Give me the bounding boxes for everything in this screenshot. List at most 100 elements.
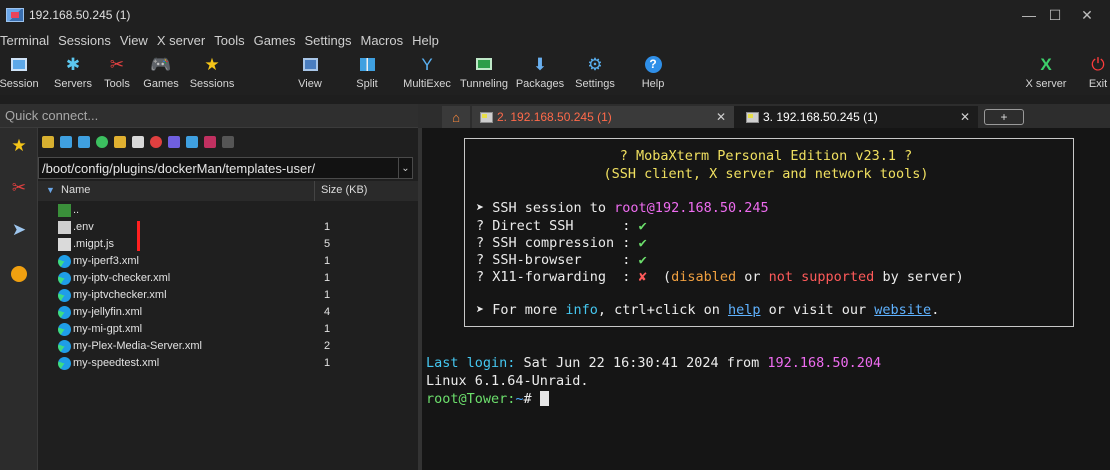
menu-view[interactable]: View: [120, 33, 148, 48]
file-row[interactable]: my-iperf3.xml 1: [38, 253, 418, 270]
edge-icon: [58, 340, 71, 353]
menu-games[interactable]: Games: [254, 33, 296, 48]
rename-icon[interactable]: [168, 136, 180, 148]
path-field[interactable]: /boot/config/plugins/dockerMan/templates…: [38, 157, 413, 179]
sidebar: ★ ✂ ➤: [0, 128, 38, 470]
view-button[interactable]: View: [295, 51, 325, 95]
help-button[interactable]: ? Help: [638, 51, 668, 95]
sessions-button[interactable]: ★ Sessions: [190, 51, 235, 95]
session-button[interactable]: Session: [0, 51, 39, 95]
refresh-icon[interactable]: [96, 136, 108, 148]
menu-macros[interactable]: Macros: [360, 33, 403, 48]
xserver-button[interactable]: X X server: [1022, 51, 1070, 95]
home-icon: ⌂: [452, 109, 460, 125]
exit-button[interactable]: ⏻ Exit: [1086, 51, 1110, 95]
gamepad-icon: 🎮: [150, 54, 172, 74]
help-link[interactable]: help: [728, 302, 761, 318]
menu-sessions[interactable]: Sessions: [58, 33, 111, 48]
shell-prompt[interactable]: root@Tower:~#: [426, 391, 549, 408]
close-tab-icon[interactable]: ✕: [960, 110, 970, 124]
xserver-icon: X: [1040, 54, 1052, 74]
file-list-header: ▼ Name Size (KB): [38, 181, 418, 201]
gear-icon: ⚙: [587, 54, 603, 74]
delete-icon[interactable]: [150, 136, 162, 148]
last-login-line: Last login: Sat Jun 22 16:30:41 2024 fro…: [426, 355, 882, 371]
menu-terminal[interactable]: Terminal: [0, 33, 49, 48]
tab-session-2[interactable]: 2. 192.168.50.245 (1) ✕: [472, 106, 734, 128]
tools-button[interactable]: ✂ Tools: [100, 51, 134, 95]
edge-icon: [58, 255, 71, 268]
new-file-icon[interactable]: [132, 136, 144, 148]
close-tab-icon[interactable]: ✕: [716, 110, 726, 124]
ssh-browser-line: ? SSH-browser : ✔: [476, 252, 647, 268]
file-row[interactable]: my-Plex-Media-Server.xml 2: [38, 338, 418, 355]
close-button[interactable]: ✕: [1064, 0, 1110, 30]
menu-settings[interactable]: Settings: [305, 33, 352, 48]
banner-subtitle: (SSH client, X server and network tools): [603, 166, 929, 182]
sftp-browser: /boot/config/plugins/dockerMan/templates…: [38, 128, 418, 470]
file-row[interactable]: my-mi-gpt.xml 1: [38, 321, 418, 338]
file-row[interactable]: my-jellyfin.xml 4: [38, 304, 418, 321]
edge-icon: [58, 357, 71, 370]
menu-help[interactable]: Help: [412, 33, 439, 48]
home-tab[interactable]: ⌂: [442, 106, 470, 128]
monitor-icon: [8, 54, 30, 74]
terminal-follow-icon[interactable]: [222, 136, 234, 148]
terminal-area[interactable]: ? MobaXterm Personal Edition v23.1 ? (SS…: [422, 128, 1110, 470]
games-sidebar-icon[interactable]: [9, 264, 29, 284]
main-toolbar: Session ✱ Servers ✂ Tools 🎮 Games ★ Sess…: [0, 51, 1110, 95]
packages-icon: ⬇: [532, 54, 548, 74]
file-row[interactable]: .migpt.js 5: [38, 236, 418, 253]
permissions-icon[interactable]: [204, 136, 216, 148]
tunneling-button[interactable]: Tunneling: [457, 51, 511, 95]
sessions-star-icon[interactable]: ★: [9, 136, 29, 156]
ssh-compression-line: ? SSH compression : ✔: [476, 235, 647, 251]
view-files-icon[interactable]: [186, 136, 198, 148]
file-row[interactable]: my-iptv-checker.xml 1: [38, 270, 418, 287]
multiexec-icon: Y: [421, 54, 433, 74]
path-text: /boot/config/plugins/dockerMan/templates…: [42, 161, 316, 176]
kernel-line: Linux 6.1.64-Unraid.: [426, 373, 589, 389]
x11-forwarding-line: ? X11-forwarding : ✘ (disabled or not su…: [476, 269, 964, 285]
file-row[interactable]: my-iptvchecker.xml 1: [38, 287, 418, 304]
column-size[interactable]: Size (KB): [314, 181, 367, 201]
servers-button[interactable]: ✱ Servers: [53, 51, 93, 95]
multiexec-button[interactable]: Y MultiExec: [402, 51, 452, 95]
website-link[interactable]: website: [874, 302, 931, 318]
up-folder-icon: [58, 204, 71, 217]
go-up-icon[interactable]: [42, 136, 54, 148]
menu-bar: Terminal Sessions View X server Tools Ga…: [0, 30, 1110, 51]
file-row[interactable]: my-speedtest.xml 1: [38, 355, 418, 372]
file-icon: [58, 221, 71, 234]
settings-button[interactable]: ⚙ Settings: [571, 51, 619, 95]
mobaxterm-logo-icon: [6, 8, 24, 22]
file-row[interactable]: .env 1: [38, 219, 418, 236]
servers-icon: ✱: [65, 54, 81, 74]
help-icon: ?: [642, 54, 664, 74]
edge-icon: [58, 272, 71, 285]
column-name[interactable]: ▼ Name: [46, 184, 90, 196]
ssh-session-line: ➤ SSH session to root@192.168.50.245: [476, 200, 769, 216]
upload-icon[interactable]: [78, 136, 90, 148]
tab-label: 2. 192.168.50.245 (1): [497, 110, 612, 124]
chevron-down-icon[interactable]: ⌄: [398, 158, 412, 178]
menu-xserver[interactable]: X server: [157, 33, 205, 48]
edge-icon: [58, 306, 71, 319]
games-button[interactable]: 🎮 Games: [143, 51, 178, 95]
split-button[interactable]: Split: [352, 51, 382, 95]
download-icon[interactable]: [60, 136, 72, 148]
new-tab-button[interactable]: +: [984, 109, 1024, 125]
file-row[interactable]: ..: [38, 202, 418, 219]
menu-tools[interactable]: Tools: [214, 33, 244, 48]
packages-button[interactable]: ⬇ Packages: [514, 51, 566, 95]
quick-connect-input[interactable]: Quick connect...: [0, 104, 418, 128]
direct-ssh-line: ? Direct SSH : ✔: [476, 218, 647, 234]
edge-icon: [58, 289, 71, 302]
send-icon[interactable]: ➤: [9, 220, 29, 240]
tab-bar: Quick connect... ⌂ 2. 192.168.50.245 (1)…: [0, 104, 1110, 128]
view-icon: [299, 54, 321, 74]
tab-session-3[interactable]: 3. 192.168.50.245 (1) ✕: [734, 106, 978, 128]
new-folder-icon[interactable]: [114, 136, 126, 148]
tools-sidebar-icon[interactable]: ✂: [9, 178, 29, 198]
star-icon: ★: [204, 54, 220, 74]
